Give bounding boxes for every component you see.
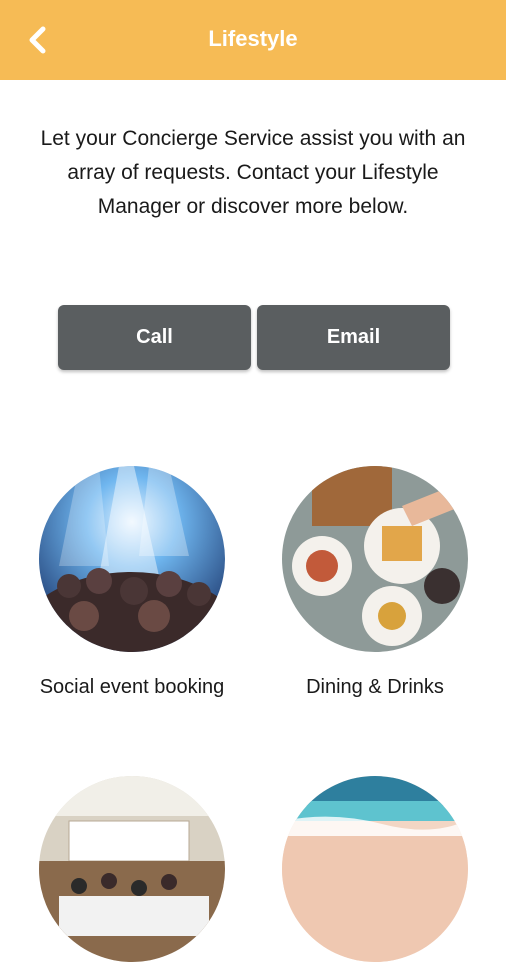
- top-bar: Lifestyle: [0, 0, 506, 80]
- category-social-event-booking[interactable]: Social event booking: [37, 466, 227, 701]
- email-button[interactable]: Email: [257, 305, 450, 370]
- conference-image: [39, 776, 225, 962]
- category-dining-drinks[interactable]: Dining & Drinks: [280, 466, 470, 701]
- beach-image: [282, 776, 468, 962]
- concert-image: [39, 466, 225, 652]
- category-label: Dining & Drinks: [306, 676, 444, 698]
- category-label: Social event booking: [39, 676, 225, 698]
- dining-image: [282, 466, 468, 652]
- page-title: Lifestyle: [208, 26, 298, 51]
- category-tile[interactable]: [280, 776, 470, 962]
- category-tile[interactable]: [37, 776, 227, 962]
- intro-text: Let your Concierge Service assist you wi…: [40, 127, 466, 218]
- call-button[interactable]: Call: [58, 305, 251, 370]
